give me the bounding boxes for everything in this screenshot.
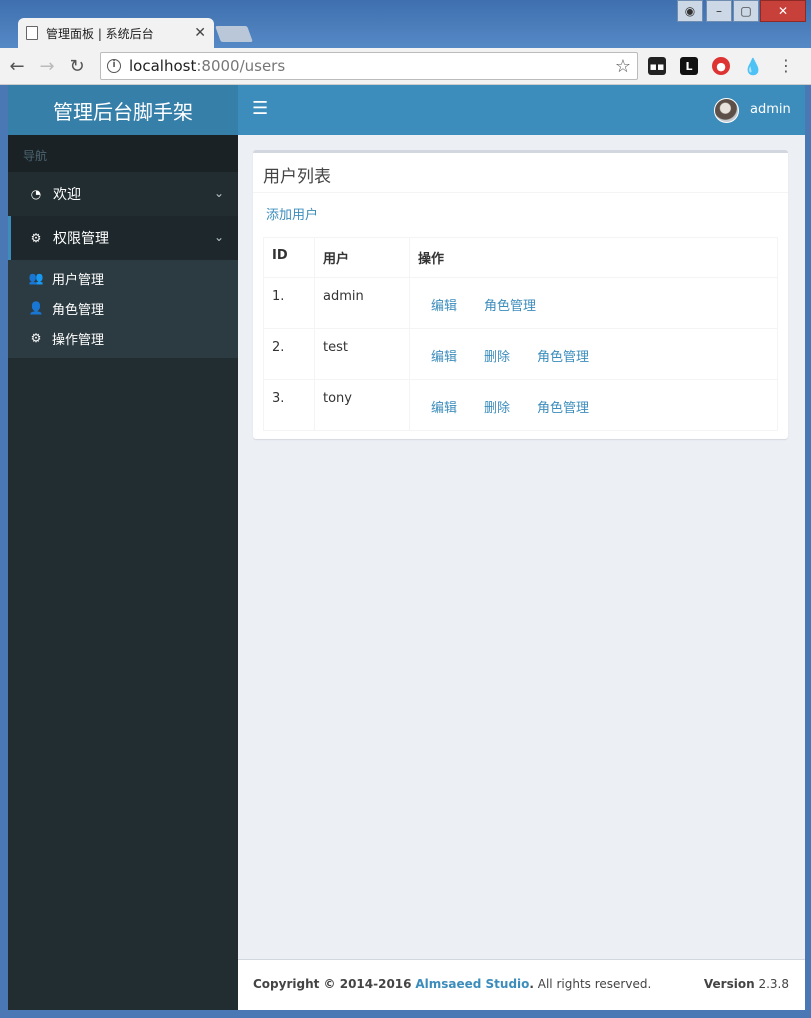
rights-text: All rights reserved. — [533, 977, 652, 991]
cell-actions: 编辑 删除 角色管理 — [409, 328, 778, 380]
chevron-down-icon: ⌄ — [213, 230, 224, 244]
sidebar-subitem-users[interactable]: 👥 用户管理 — [8, 263, 238, 293]
chevron-down-icon: ⌄ — [213, 186, 224, 200]
version-number: 2.3.8 — [754, 977, 789, 991]
sidebar-subitem-roles[interactable]: 👤 角色管理 — [8, 293, 238, 323]
column-header-user: 用户 — [314, 237, 410, 278]
user-table: ID 用户 操作 1. admin 编辑 角色管理 2. test 编辑 删除 … — [263, 237, 778, 431]
brand-link[interactable]: Almsaeed Studio — [415, 977, 529, 991]
document-icon — [26, 26, 38, 40]
extension-drop-icon[interactable]: 💧 — [743, 57, 763, 76]
gears-icon: ⚙ — [30, 331, 42, 345]
url-path: :8000/users — [196, 57, 286, 75]
delete-link[interactable]: 删除 — [484, 346, 510, 365]
cell-user: test — [314, 328, 410, 380]
sidebar-subitem-label: 操作管理 — [52, 332, 105, 348]
cell-id: 1. — [263, 277, 315, 329]
table-row: 2. test 编辑 删除 角色管理 — [263, 328, 778, 380]
url-host: localhost — [129, 57, 197, 75]
cell-user: tony — [314, 379, 410, 431]
tab-title: 管理面板 | 系统后台 — [46, 26, 154, 41]
sidebar-header: 导航 — [8, 135, 238, 172]
app-logo[interactable]: 管理后台脚手架 — [8, 85, 238, 135]
cell-id: 2. — [263, 328, 315, 380]
browser-menu-icon[interactable]: ⋮ — [778, 56, 794, 75]
sidebar-subitem-operations[interactable]: ⚙ 操作管理 — [8, 323, 238, 353]
extension-icon[interactable]: ● — [712, 57, 730, 75]
tab-close-icon[interactable]: ✕ — [194, 25, 206, 41]
bookmark-star-icon[interactable]: ☆ — [615, 56, 631, 77]
table-row: 3. tony 编辑 删除 角色管理 — [263, 379, 778, 431]
gears-icon: ⚙ — [30, 231, 42, 245]
version-info: Version 2.3.8 — [704, 977, 789, 991]
sidebar-item-label: 欢迎 — [53, 187, 81, 203]
user-plus-icon: 👤 — [28, 301, 44, 315]
edit-link[interactable]: 编辑 — [431, 295, 457, 314]
box-title: 用户列表 — [253, 153, 788, 193]
address-bar[interactable]: i localhost:8000/users ☆ — [100, 52, 638, 80]
column-header-actions: 操作 — [409, 237, 778, 278]
footer: Copyright © 2014-2016 Almsaeed Studio. A… — [238, 959, 805, 1010]
sidebar-subitem-label: 角色管理 — [52, 302, 105, 318]
back-arrow-icon[interactable]: ← — [4, 56, 30, 77]
reload-icon[interactable]: ↻ — [64, 56, 90, 77]
top-navbar: ☰ admin — [238, 85, 805, 135]
delete-link[interactable]: 删除 — [484, 397, 510, 416]
extension-icon[interactable]: L — [680, 57, 698, 75]
sidebar: 导航 ◔ 欢迎 ⌄ ⚙ 权限管理 ⌄ 👥 用户管理 👤 角色管理 ⚙ 操作管理 — [8, 135, 238, 1010]
role-manage-link[interactable]: 角色管理 — [537, 397, 589, 416]
close-window-button[interactable]: ✕ — [760, 0, 806, 22]
browser-window: 管理面板 | 系统后台 ✕ ◉ – ▢ ✕ ← → ↻ i localhost:… — [0, 0, 811, 1018]
sidebar-toggle-icon[interactable]: ☰ — [252, 98, 268, 119]
maximize-button[interactable]: ▢ — [733, 0, 759, 22]
copyright-text: Copyright © 2014-2016 — [253, 977, 412, 991]
forward-arrow-icon[interactable]: → — [34, 56, 60, 77]
column-header-id: ID — [263, 237, 315, 278]
title-bar: 管理面板 | 系统后台 ✕ ◉ – ▢ ✕ — [0, 0, 811, 48]
add-user-link[interactable]: 添加用户 — [253, 193, 788, 236]
new-tab-button[interactable] — [215, 26, 253, 42]
extension-icon[interactable]: ▪▪ — [648, 57, 666, 75]
cell-user: admin — [314, 277, 410, 329]
table-header-row: ID 用户 操作 — [263, 237, 778, 278]
app: 管理后台脚手架 ☰ admin 导航 ◔ 欢迎 ⌄ ⚙ 权限管理 ⌄ 👥 用户管… — [8, 85, 805, 1010]
dashboard-icon: ◔ — [30, 187, 42, 201]
avatar[interactable] — [714, 98, 739, 123]
minimize-button[interactable]: – — [706, 0, 732, 22]
role-manage-link[interactable]: 角色管理 — [484, 295, 536, 314]
browser-tab[interactable]: 管理面板 | 系统后台 ✕ — [18, 18, 214, 48]
edit-link[interactable]: 编辑 — [431, 397, 457, 416]
info-icon[interactable]: i — [107, 59, 121, 73]
version-label: Version — [703, 977, 755, 991]
cell-actions: 编辑 删除 角色管理 — [409, 379, 778, 431]
users-icon: 👥 — [28, 271, 44, 285]
sidebar-item-label: 权限管理 — [53, 231, 109, 247]
role-manage-link[interactable]: 角色管理 — [537, 346, 589, 365]
browser-toolbar: ← → ↻ i localhost:8000/users ☆ ▪▪ L ● 💧 … — [0, 48, 811, 85]
nav-username[interactable]: admin — [750, 102, 791, 117]
cell-id: 3. — [263, 379, 315, 431]
sidebar-subitem-label: 用户管理 — [52, 272, 105, 288]
edit-link[interactable]: 编辑 — [431, 346, 457, 365]
profile-icon[interactable]: ◉ — [677, 0, 703, 22]
cell-actions: 编辑 角色管理 — [409, 277, 778, 329]
sidebar-item-permissions[interactable]: ⚙ 权限管理 ⌄ — [8, 216, 238, 260]
sidebar-item-welcome[interactable]: ◔ 欢迎 ⌄ — [8, 172, 238, 216]
user-list-box: 用户列表 添加用户 ID 用户 操作 1. admin 编辑 角色管理 2. t… — [253, 150, 788, 439]
table-row: 1. admin 编辑 角色管理 — [263, 277, 778, 329]
sidebar-submenu: 👥 用户管理 👤 角色管理 ⚙ 操作管理 — [8, 260, 238, 358]
